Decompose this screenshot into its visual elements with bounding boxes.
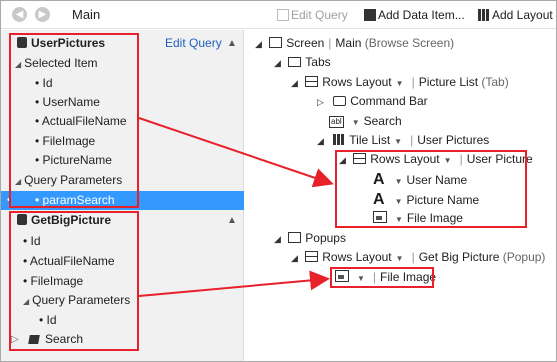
node-type: (Popup) (502, 250, 546, 264)
screen-title: Main (72, 7, 101, 22)
back-icon[interactable]: ◀ (12, 7, 27, 22)
add-layout-label: Add Layout (492, 8, 553, 22)
edit-query-icon (277, 9, 289, 21)
screen-icon (269, 37, 283, 48)
add-data-item-icon (364, 9, 376, 21)
node-label: Command Bar (350, 94, 428, 108)
toolbar: ◀ ▶ Main Edit Query Add Data Item... Add… (1, 1, 556, 29)
add-data-item-label: Add Data Item... (378, 8, 465, 22)
edit-query-label: Edit Query (291, 8, 348, 22)
annotation-box-get-big-picture (9, 211, 139, 351)
tree-popups[interactable]: ◢ Popups (274, 229, 346, 248)
node-name: Main (335, 36, 362, 50)
popups-icon (288, 232, 302, 243)
edit-query-link[interactable]: Edit Query (165, 34, 222, 53)
dropdown-icon[interactable]: ▼ (394, 137, 402, 146)
collapse-triangle-icon[interactable]: ◢ (274, 58, 281, 68)
node-type: (Browse Screen) (364, 36, 455, 50)
node-label: Screen (286, 36, 325, 50)
dropdown-icon[interactable]: ▼ (396, 254, 404, 263)
add-data-item-button[interactable]: Add Data Item... (364, 8, 465, 22)
expand-triangle-icon[interactable]: ▷ (317, 97, 324, 107)
node-label: Popups (305, 231, 346, 245)
node-name: Get Big Picture (418, 250, 500, 264)
tree-rows-layout-get-big-picture[interactable]: ◢ Rows Layout ▼ | Get Big Picture (Popup) (291, 248, 545, 267)
add-layout-button[interactable]: Add Layout (478, 8, 553, 22)
node-label: Tabs (305, 55, 331, 69)
rows-layout-icon (305, 251, 319, 262)
collapse-icon[interactable]: ▲ (227, 211, 237, 230)
tree-tile-list[interactable]: ◢ Tile List ▼ | User Pictures (317, 131, 489, 150)
tree-command-bar[interactable]: ▷ Command Bar (317, 92, 428, 111)
annotation-box-user-picture-layout (335, 150, 527, 228)
forward-icon[interactable]: ▶ (35, 7, 50, 22)
node-label: Rows Layout (322, 250, 392, 264)
collapse-triangle-icon[interactable]: ◢ (255, 39, 262, 49)
rows-layout-icon (305, 76, 319, 87)
add-layout-icon (478, 9, 490, 21)
annotation-box-popup-file-image (330, 267, 434, 288)
node-name: Picture List (418, 75, 479, 89)
tree-search[interactable]: abl ▼ Search (329, 112, 402, 131)
dropdown-icon[interactable]: ▼ (396, 79, 404, 88)
collapse-triangle-icon[interactable]: ◢ (291, 253, 298, 263)
collapse-triangle-icon[interactable]: ◢ (317, 136, 324, 146)
node-label: Rows Layout (322, 75, 392, 89)
node-label: Tile List (349, 133, 391, 147)
collapse-triangle-icon[interactable]: ◢ (274, 234, 281, 244)
tile-list-icon (333, 134, 346, 145)
edit-query-button[interactable]: Edit Query (277, 8, 348, 22)
node-type: (Tab) (481, 75, 509, 89)
tree-rows-layout-picture-list[interactable]: ◢ Rows Layout ▼ | Picture List (Tab) (291, 73, 509, 92)
tabs-icon (288, 57, 302, 67)
node-label: Search (363, 114, 402, 128)
textbox-icon: abl (329, 116, 344, 128)
tree-tabs[interactable]: ◢ Tabs (274, 53, 331, 72)
annotation-box-user-pictures (9, 33, 139, 208)
node-name: User Pictures (417, 133, 490, 147)
collapse-triangle-icon[interactable]: ◢ (291, 78, 298, 88)
command-bar-icon (333, 96, 347, 106)
tree-screen[interactable]: ◢ Screen | Main (Browse Screen) (255, 34, 454, 53)
collapse-icon[interactable]: ▲ (227, 34, 237, 53)
dropdown-icon[interactable]: ▼ (352, 118, 360, 127)
